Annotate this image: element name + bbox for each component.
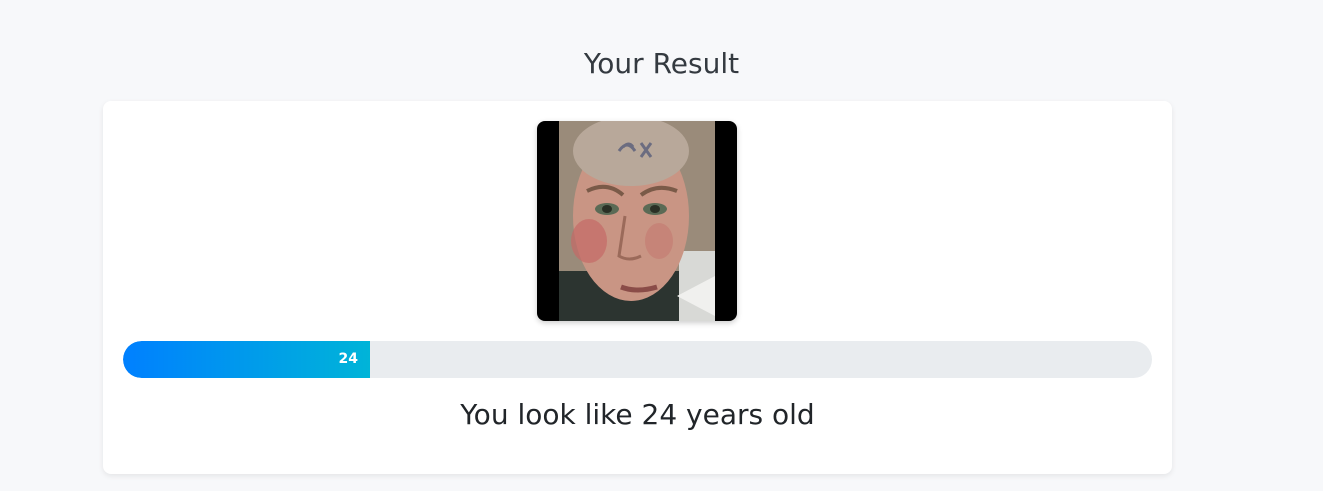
result-card: 24 You look like 24 years old	[103, 101, 1172, 474]
face-photo-icon	[559, 121, 715, 321]
age-progress-bar: 24	[123, 341, 1152, 378]
uploaded-face-photo	[537, 121, 737, 321]
age-progress-fill: 24	[123, 341, 370, 378]
page-title: Your Result	[583, 47, 740, 80]
age-result-message: You look like 24 years old	[460, 398, 815, 431]
age-progress-label: 24	[338, 351, 358, 367]
